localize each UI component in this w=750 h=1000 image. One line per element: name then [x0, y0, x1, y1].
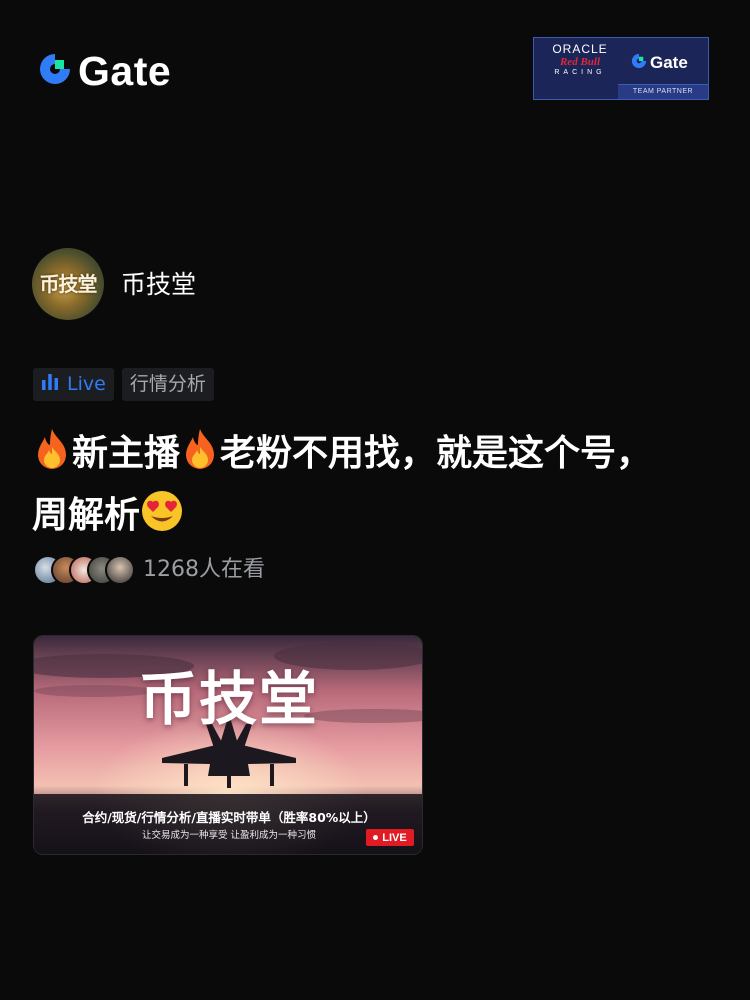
live-dot-icon	[373, 835, 379, 840]
stream-title-part1: 新主播	[72, 433, 181, 474]
gate-logo: Gate	[36, 50, 171, 92]
viewer-summary: 1268人在看	[33, 554, 265, 586]
host-avatar[interactable]: 币技堂	[32, 248, 104, 320]
thumbnail-title: 币技堂	[138, 665, 319, 733]
heart-eyes-emoji-icon	[140, 489, 184, 550]
live-tag-label: Live	[67, 373, 106, 395]
stream-tags: Live 行情分析	[33, 368, 214, 401]
stream-title: 新主播 老粉不用找，就是这个号，周解析	[32, 426, 672, 550]
partner-gate-logo: Gate	[630, 52, 688, 74]
fire-icon	[180, 427, 220, 488]
live-badge: LIVE	[366, 829, 414, 846]
viewer-count: 1268人在看	[143, 557, 265, 582]
partner-gate-wordmark: Gate	[650, 53, 688, 72]
gate-mark-icon	[630, 52, 648, 74]
live-badge-label: LIVE	[382, 831, 407, 844]
topic-tag[interactable]: 行情分析	[121, 368, 214, 401]
gate-mark-icon	[36, 50, 74, 92]
stream-thumbnail[interactable]: 币技堂 合约/现货/行情分析/直播实时带单（胜率80%以上） 让交易成为一种享受…	[33, 635, 423, 855]
racing-label: RACING	[554, 69, 606, 76]
thumbnail-slogan: 让交易成为一种享受 让盈利成为一种习惯	[141, 830, 317, 841]
team-partner-badge: ORACLE Red Bull RACING Gate TEAM PARTNER	[533, 37, 709, 100]
live-tag: Live	[33, 368, 114, 401]
viewer-avatar	[105, 555, 135, 585]
oracle-redbull-racing-logo: ORACLE Red Bull RACING	[540, 43, 620, 78]
fire-icon	[32, 427, 72, 488]
oracle-label: ORACLE	[552, 42, 608, 56]
live-bars-icon	[41, 368, 59, 401]
redbull-label: Red Bull	[559, 56, 601, 68]
live-stream-share-page: Gate ORACLE Red Bull RACING Gate TEAM PA…	[0, 0, 750, 1000]
host-avatar-text: 币技堂	[39, 272, 98, 296]
team-partner-label: TEAM PARTNER	[618, 84, 708, 99]
thumbnail-subtitle: 合约/现货/行情分析/直播实时带单（胜率80%以上）	[82, 810, 376, 825]
host-name[interactable]: 币技堂	[121, 268, 196, 302]
gate-wordmark: Gate	[78, 48, 172, 94]
